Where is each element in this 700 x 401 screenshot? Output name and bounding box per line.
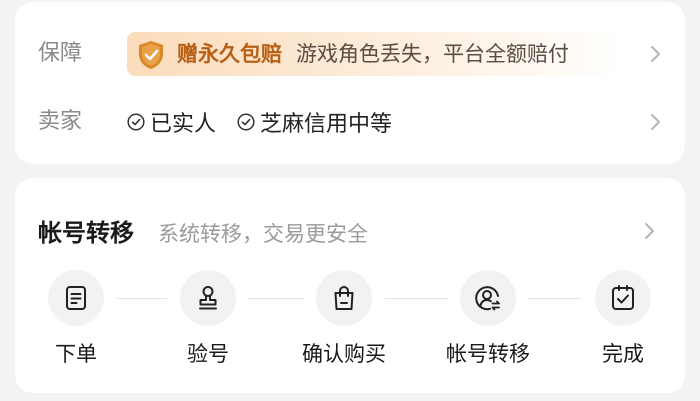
seller-row[interactable]: 卖家 已实人 芝麻信用中等: [15, 92, 685, 152]
guarantee-row[interactable]: 保障 赠永久包赔 游戏角色丢失，平台全额赔付: [15, 24, 685, 84]
chevron-right-icon[interactable]: [650, 113, 661, 131]
shield-check-icon: [137, 40, 165, 70]
stamp-icon: [199, 286, 217, 310]
guarantee-badge: 赠永久包赔: [177, 42, 282, 66]
step-order: 下单: [21, 270, 131, 368]
transfer-card[interactable]: 帐号转移 系统转移，交易更安全 下单 验号 确认购买 帐号转移 完成: [15, 178, 685, 393]
step-label: 帐号转移: [446, 342, 530, 366]
chevron-right-icon[interactable]: [650, 45, 661, 63]
seller-label: 卖家: [38, 109, 83, 134]
check-circle-icon: [127, 113, 145, 131]
step-label: 完成: [602, 342, 644, 366]
seller-tag-credit: 芝麻信用中等: [237, 107, 392, 137]
step-label: 验号: [187, 342, 229, 366]
step-label: 确认购买: [302, 342, 386, 366]
step-icon-circle: [316, 270, 372, 326]
step-icon-circle: [180, 270, 236, 326]
chevron-right-icon[interactable]: [644, 222, 655, 240]
guarantee-banner[interactable]: 赠永久包赔 游戏角色丢失，平台全额赔付: [127, 32, 623, 76]
step-icon-circle: [595, 270, 651, 326]
seller-tag-verified: 已实人: [127, 107, 216, 137]
check-circle-icon: [237, 113, 255, 131]
guarantee-description: 游戏角色丢失，平台全额赔付: [296, 42, 569, 66]
transfer-steps: 下单 验号 确认购买 帐号转移 完成: [15, 270, 685, 380]
step-confirm-purchase: 确认购买: [289, 270, 399, 368]
shopping-bag-icon: [334, 285, 354, 310]
step-verify: 验号: [153, 270, 263, 368]
step-account-transfer: 帐号转移: [433, 270, 543, 368]
guarantee-label: 保障: [38, 41, 83, 66]
order-document-icon: [66, 286, 86, 310]
step-label: 下单: [55, 342, 97, 366]
guarantee-card: 保障 赠永久包赔 游戏角色丢失，平台全额赔付 卖家 已实人 芝麻信用中等: [15, 2, 685, 164]
step-icon-circle: [460, 270, 516, 326]
transfer-title: 帐号转移: [38, 219, 134, 247]
transfer-subtitle: 系统转移，交易更安全: [158, 222, 368, 246]
step-complete: 完成: [568, 270, 678, 368]
seller-tag-label: 芝麻信用中等: [260, 112, 393, 137]
step-icon-circle: [48, 270, 104, 326]
account-transfer-icon: [475, 286, 500, 311]
clipboard-check-icon: [612, 285, 634, 310]
seller-tag-label: 已实人: [150, 112, 217, 137]
